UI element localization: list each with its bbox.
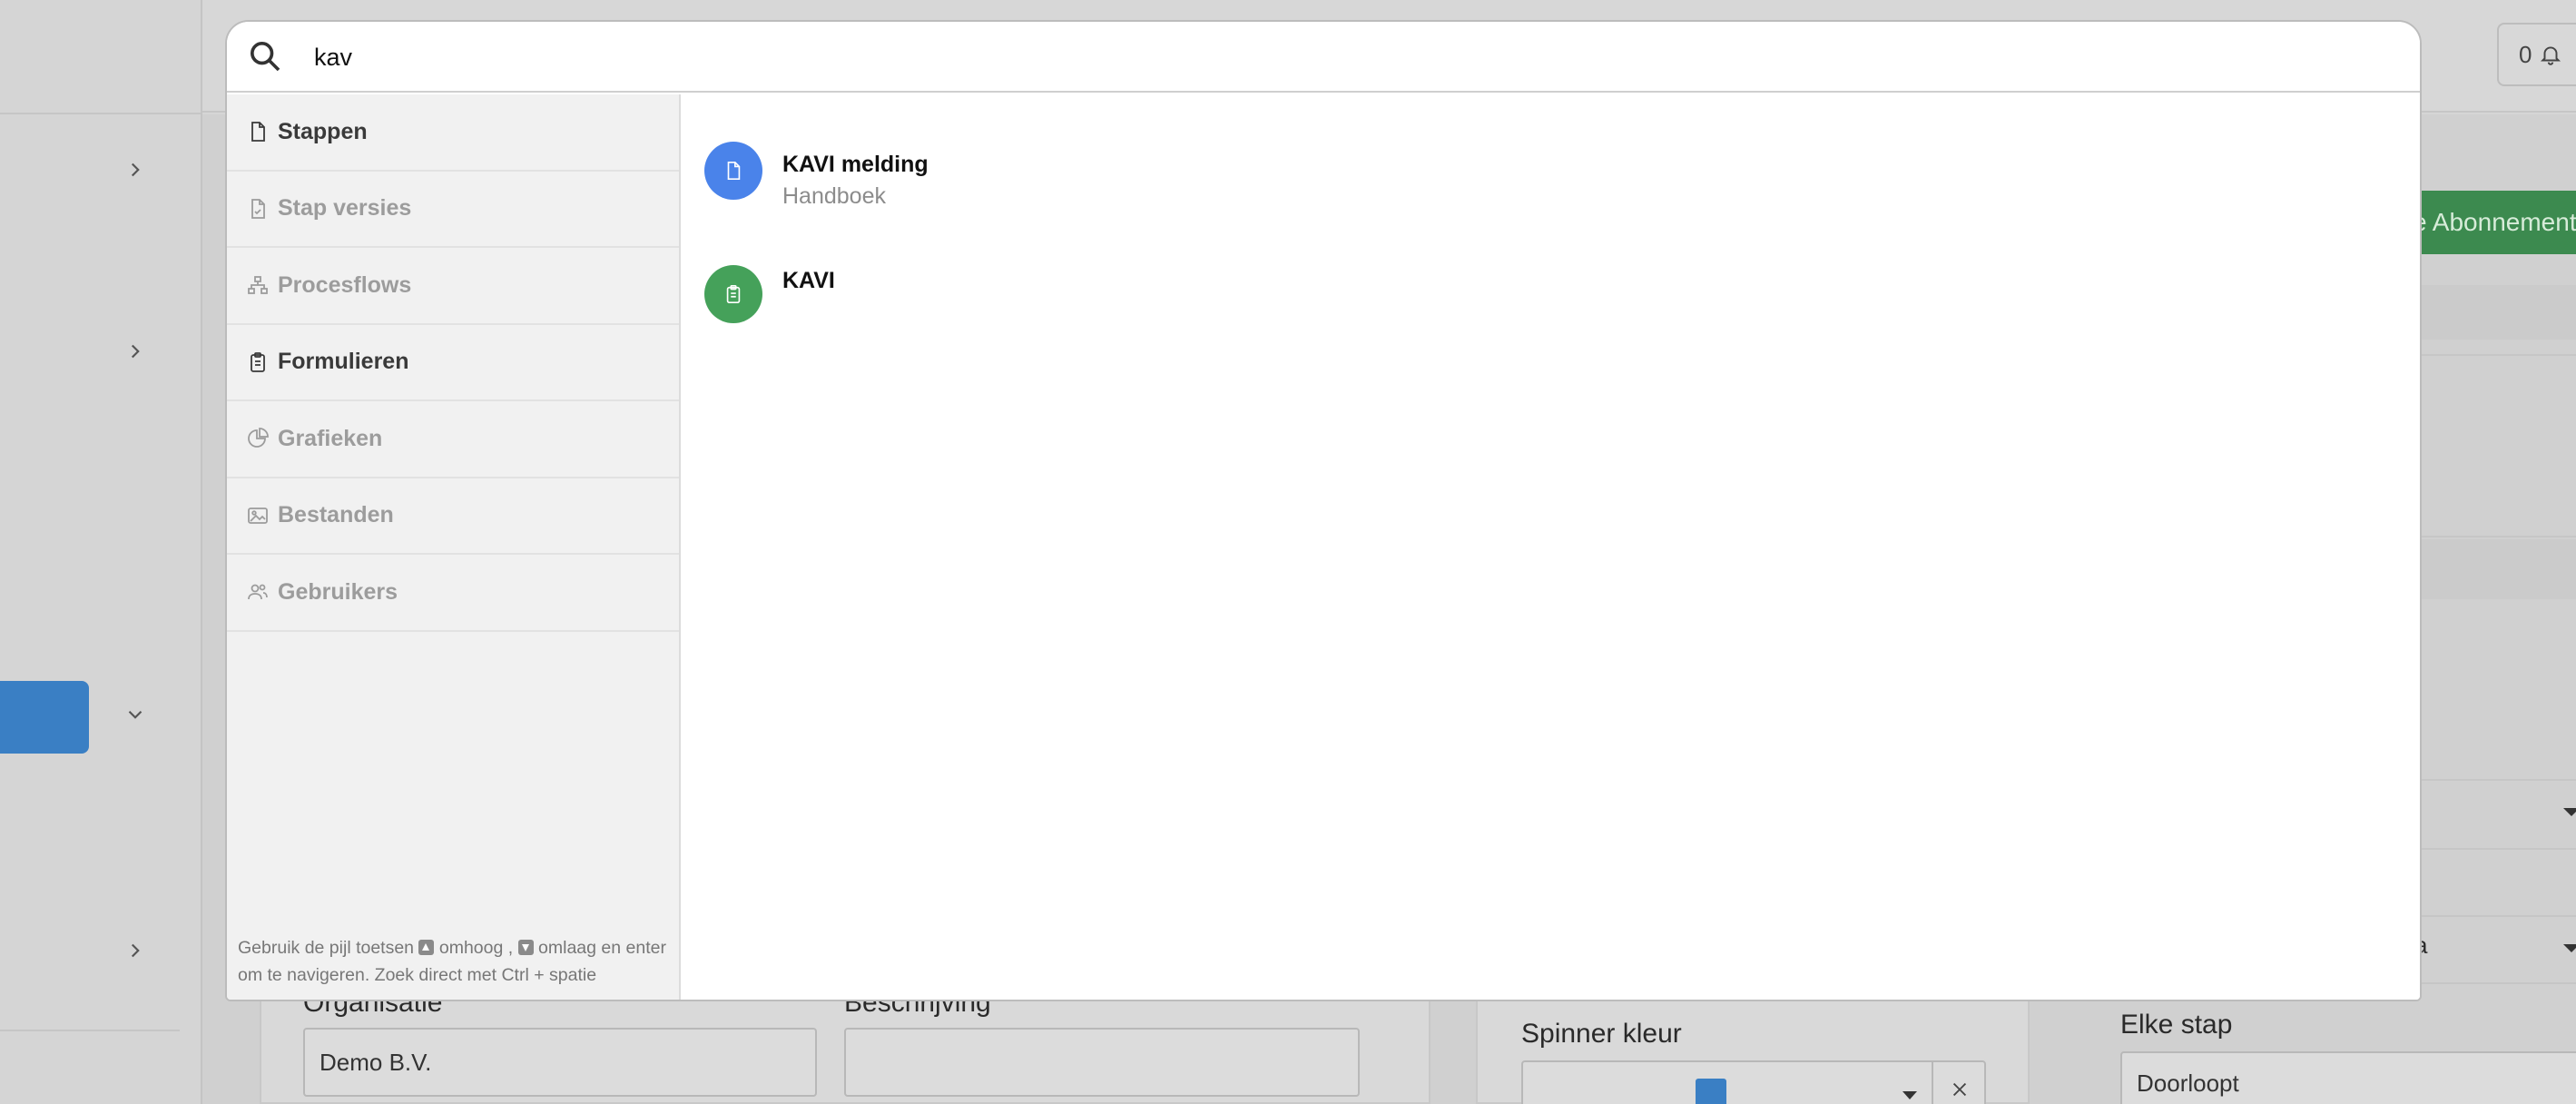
keyboard-hint: Gebruik de pijl toetsen omhoog , omlaag … <box>238 938 666 985</box>
chevron-right-icon[interactable] <box>123 158 147 182</box>
spinner-color-swatch <box>1696 1079 1726 1104</box>
category-procesflows[interactable]: Procesflows <box>227 248 679 325</box>
sidebar-divider <box>0 113 201 114</box>
notification-button[interactable]: 0 <box>2497 23 2576 86</box>
file-icon <box>727 162 741 180</box>
result-item[interactable]: KAVI melding Handboek <box>704 142 929 212</box>
elke-stap-select[interactable]: Doorloopt <box>2120 1051 2576 1104</box>
subscribe-button[interactable]: e Abonnement <box>2396 191 2576 254</box>
sidebar-active-item[interactable] <box>0 681 89 754</box>
file-version-icon <box>251 198 265 219</box>
category-label: Stap versies <box>278 195 412 222</box>
result-item[interactable]: KAVI <box>704 265 835 323</box>
category-grafieken[interactable]: Grafieken <box>227 401 679 478</box>
result-avatar <box>704 142 762 200</box>
sidebar-divider <box>0 1030 180 1031</box>
chevron-down-icon <box>1903 1091 1917 1099</box>
result-title: KAVI <box>782 268 835 293</box>
organisatie-field[interactable]: Demo B.V. <box>303 1028 817 1097</box>
category-label: Procesflows <box>278 271 412 298</box>
result-avatar <box>704 265 762 323</box>
category-label: Stappen <box>278 118 368 144</box>
category-panel: Stappen Stap versies Procesflows Formuli… <box>227 94 681 1000</box>
category-formulieren[interactable]: Formulieren <box>227 325 679 401</box>
result-subtitle: Handboek <box>782 183 886 209</box>
clipboard-icon <box>726 285 741 303</box>
file-icon <box>251 122 265 143</box>
category-label: Gebruikers <box>278 578 398 605</box>
search-palette: Stappen Stap versies Procesflows Formuli… <box>225 20 2422 1001</box>
chevron-right-icon[interactable] <box>123 340 147 363</box>
spinner-color-select[interactable] <box>1521 1060 1986 1104</box>
category-label: Formulieren <box>278 349 409 375</box>
users-icon <box>248 584 268 600</box>
chevron-right-icon[interactable] <box>123 939 147 962</box>
arrow-up-key-icon <box>418 940 435 955</box>
search-icon <box>251 42 280 72</box>
spinner-kleur-label: Spinner kleur <box>1521 1019 1682 1049</box>
arrow-down-key-icon <box>517 940 534 955</box>
results-list: KAVI melding Handboek KAVI <box>683 94 2420 1000</box>
beschrijving-field[interactable] <box>844 1028 1360 1097</box>
search-input[interactable] <box>314 33 2384 82</box>
search-bar <box>227 22 2420 93</box>
background-sidebar <box>0 0 202 1104</box>
flow-icon <box>248 276 268 295</box>
pie-chart-icon <box>248 428 269 448</box>
category-bestanden[interactable]: Bestanden <box>227 478 679 555</box>
category-stap-versies[interactable]: Stap versies <box>227 172 679 248</box>
category-stappen[interactable]: Stappen <box>227 94 679 172</box>
notification-count: 0 <box>2519 40 2532 68</box>
dropdown-caret <box>2563 808 2576 816</box>
category-gebruikers[interactable]: Gebruikers <box>227 555 679 632</box>
category-label: Bestanden <box>278 502 394 528</box>
bell-icon <box>2541 46 2561 65</box>
category-label: Grafieken <box>278 425 383 451</box>
chevron-down-icon[interactable] <box>123 703 147 726</box>
clear-icon[interactable] <box>1932 1062 1984 1104</box>
elke-stap-label: Elke stap <box>2120 1010 2233 1040</box>
image-folder-icon <box>248 507 268 524</box>
clipboard-icon <box>251 351 265 372</box>
dropdown-caret <box>2563 944 2576 952</box>
result-title: KAVI melding <box>782 152 929 177</box>
